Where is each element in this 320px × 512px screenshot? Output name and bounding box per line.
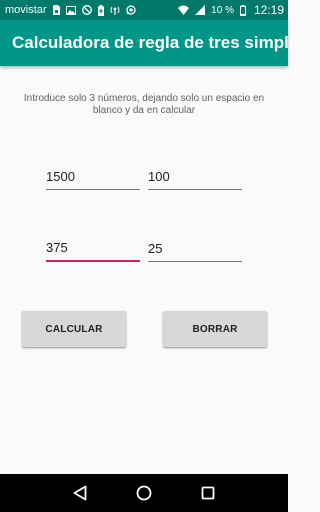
sim-icon	[52, 5, 60, 15]
app-bar: Calculadora de regla de tres simple	[0, 20, 298, 66]
navigation-bar	[0, 474, 288, 512]
battery-icon	[239, 4, 246, 16]
battery-percent: 10 %	[211, 4, 234, 16]
value-field-a[interactable]	[46, 166, 140, 190]
image-icon	[65, 5, 76, 15]
clock: 12:19	[253, 3, 284, 17]
calculate-button[interactable]: CALCULAR	[22, 311, 126, 347]
battery-plus-icon	[97, 4, 104, 16]
recents-icon[interactable]	[193, 478, 223, 508]
app-title: Calculadora de regla de tres simple	[12, 33, 299, 52]
whatsapp-icon	[125, 5, 136, 15]
value-field-c[interactable]	[46, 238, 140, 262]
screen: movistar 10 % 12:19 Calculadora de regla…	[0, 0, 298, 512]
no-disturb-icon	[81, 5, 92, 15]
carrier-name: movistar	[5, 4, 47, 16]
back-icon[interactable]	[65, 478, 95, 508]
status-right: 10 % 12:19	[178, 3, 284, 17]
status-bar: movistar 10 % 12:19	[0, 0, 288, 20]
status-left: movistar	[5, 4, 136, 16]
value-field-d[interactable]	[148, 238, 242, 262]
instructions-text: Introduce solo 3 números, dejando solo u…	[23, 93, 265, 116]
value-field-b[interactable]	[148, 166, 242, 190]
wifi-icon	[178, 5, 190, 15]
home-icon[interactable]	[129, 478, 159, 508]
hotspot-icon	[110, 5, 120, 15]
clear-button[interactable]: BORRAR	[163, 311, 267, 347]
signal-icon	[195, 5, 206, 15]
